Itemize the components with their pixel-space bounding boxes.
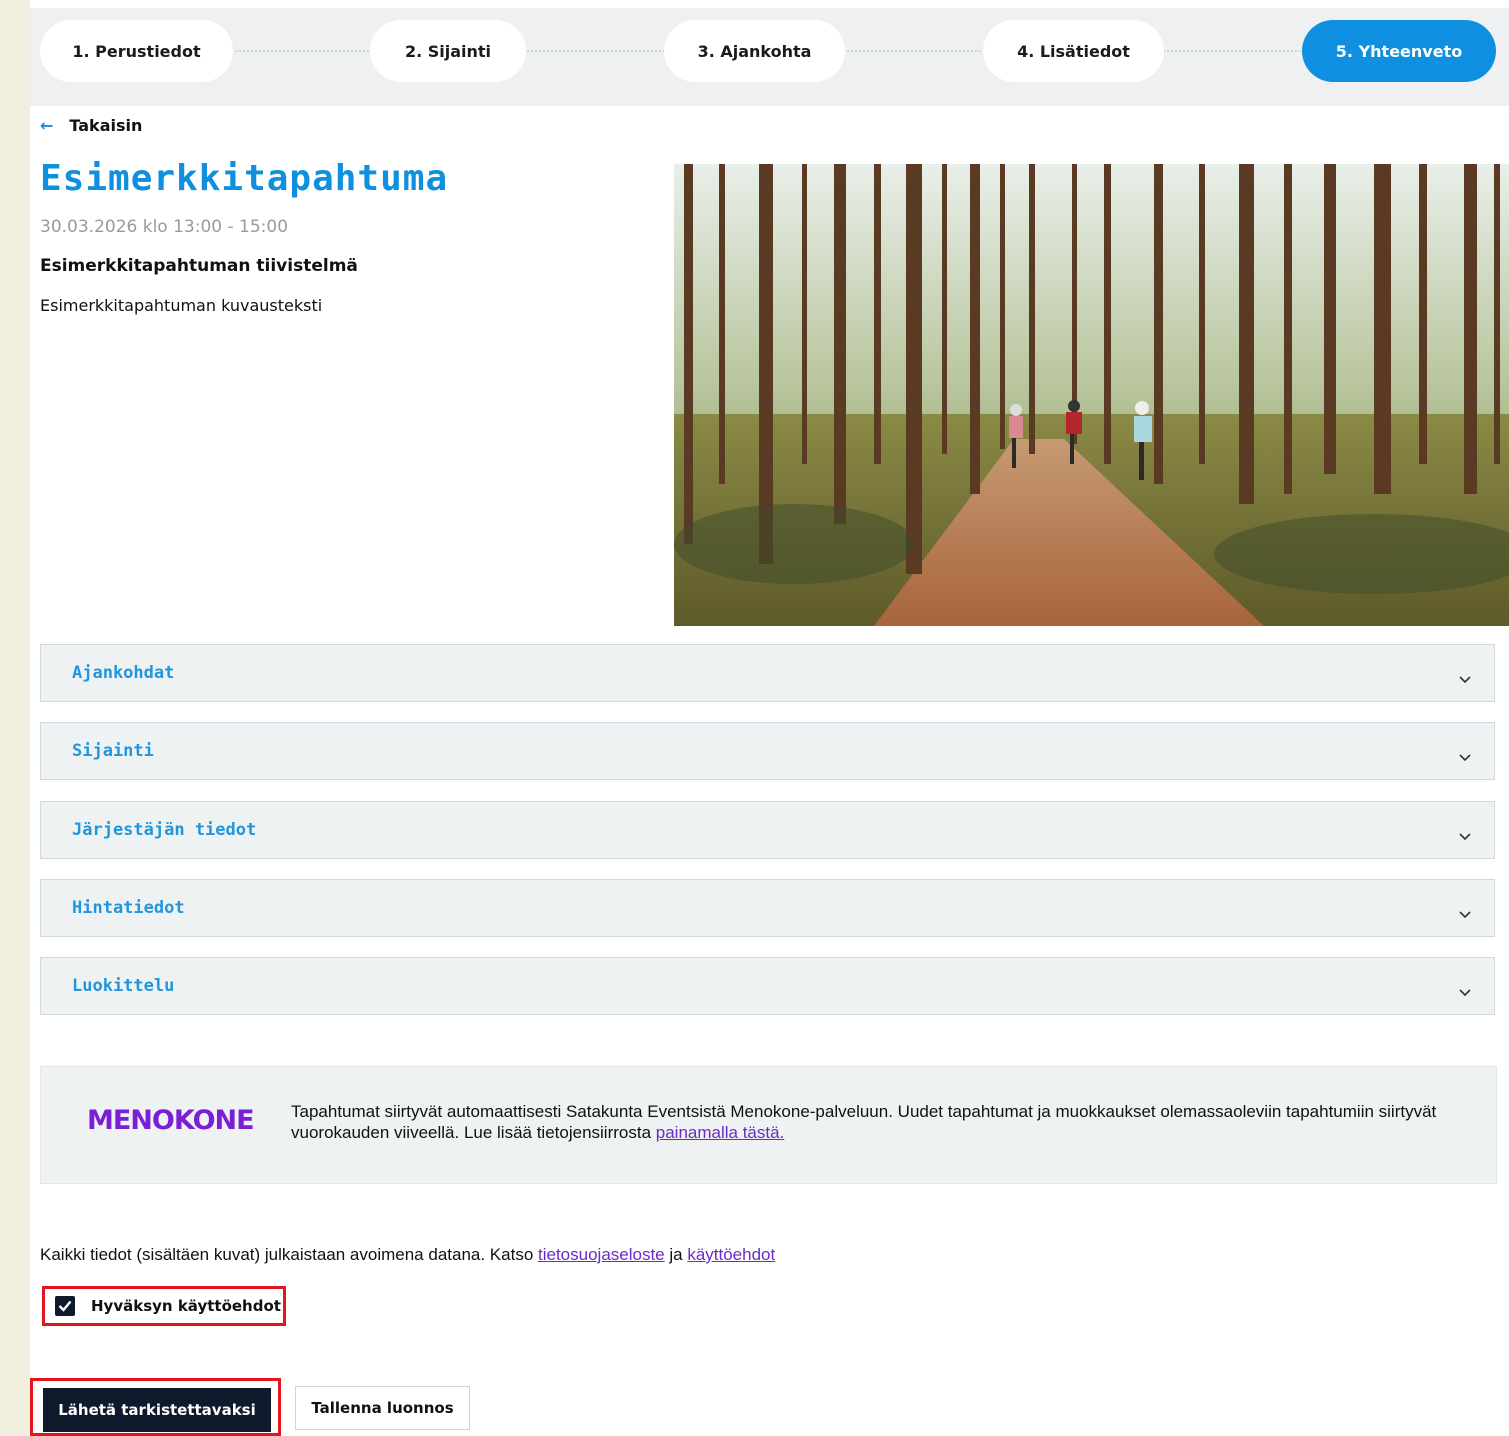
- event-description: Esimerkkitapahtuman kuvausteksti: [40, 296, 323, 315]
- step-yhteenveto[interactable]: 5. Yhteenveto: [1302, 20, 1496, 82]
- back-link-label: Takaisin: [69, 116, 143, 135]
- accordion-label: Sijainti: [72, 741, 154, 761]
- chevron-down-icon: [1459, 676, 1471, 684]
- accept-terms-highlight: Hyväksyn käyttöehdot: [42, 1286, 286, 1326]
- accordion-sijainti[interactable]: Sijainti: [40, 722, 1495, 780]
- accordion-ajankohdat[interactable]: Ajankohdat: [40, 644, 1495, 702]
- menokone-text: Tapahtumat siirtyvät automaattisesti Sat…: [291, 1101, 1441, 1143]
- privacy-policy-link[interactable]: tietosuojaseloste: [538, 1245, 665, 1264]
- event-image: [674, 164, 1509, 626]
- step-ajankohta[interactable]: 3. Ajankohta: [664, 20, 845, 82]
- event-summary: Esimerkkitapahtuman tiivistelmä: [40, 256, 358, 276]
- menokone-info-box: MENOKONE Tapahtumat siirtyvät automaatti…: [40, 1066, 1497, 1184]
- forest-cyclists-image: [674, 164, 1509, 626]
- save-draft-button[interactable]: Tallenna luonnos: [295, 1386, 470, 1430]
- step-sijainti[interactable]: 2. Sijainti: [370, 20, 526, 82]
- step-perustiedot[interactable]: 1. Perustiedot: [40, 20, 233, 82]
- chevron-down-icon: [1459, 989, 1471, 997]
- menokone-logo: MENOKONE: [87, 1105, 255, 1136]
- accordion-label: Luokittelu: [72, 976, 175, 996]
- open-data-text: Kaikki tiedot (sisältäen kuvat) julkaist…: [40, 1245, 538, 1264]
- back-link[interactable]: ← Takaisin: [40, 116, 142, 135]
- terms-of-use-link[interactable]: käyttöehdot: [687, 1245, 775, 1264]
- menokone-description: Tapahtumat siirtyvät automaattisesti Sat…: [291, 1102, 1437, 1142]
- event-title: Esimerkkitapahtuma: [40, 158, 449, 199]
- open-data-notice: Kaikki tiedot (sisältäen kuvat) julkaist…: [40, 1245, 775, 1265]
- chevron-down-icon: [1459, 754, 1471, 762]
- step-lisatiedot[interactable]: 4. Lisätiedot: [983, 20, 1164, 82]
- accept-terms-checkbox[interactable]: [55, 1296, 75, 1316]
- submit-for-review-button[interactable]: Lähetä tarkistettavaksi: [43, 1388, 271, 1432]
- accordion-luokittelu[interactable]: Luokittelu: [40, 957, 1495, 1015]
- step-progress-bar: 1. Perustiedot 2. Sijainti 3. Ajankohta …: [30, 8, 1509, 106]
- submit-button-highlight: Lähetä tarkistettavaksi: [30, 1378, 281, 1436]
- checkmark-icon: [58, 1300, 72, 1312]
- accordion-hintatiedot[interactable]: Hintatiedot: [40, 879, 1495, 937]
- page: 1. Perustiedot 2. Sijainti 3. Ajankohta …: [30, 0, 1509, 1436]
- menokone-link[interactable]: painamalla tästä.: [656, 1123, 785, 1142]
- accordion-jarjestajan-tiedot[interactable]: Järjestäjän tiedot: [40, 801, 1495, 859]
- accordion-label: Järjestäjän tiedot: [72, 820, 257, 840]
- chevron-down-icon: [1459, 833, 1471, 841]
- chevron-down-icon: [1459, 911, 1471, 919]
- and-text: ja: [664, 1245, 688, 1264]
- event-datetime: 30.03.2026 klo 13:00 - 15:00: [40, 217, 289, 237]
- accordion-label: Hintatiedot: [72, 898, 185, 918]
- accordion-label: Ajankohdat: [72, 663, 175, 683]
- accept-terms-label[interactable]: Hyväksyn käyttöehdot: [91, 1297, 281, 1315]
- arrow-left-icon: ←: [40, 116, 54, 135]
